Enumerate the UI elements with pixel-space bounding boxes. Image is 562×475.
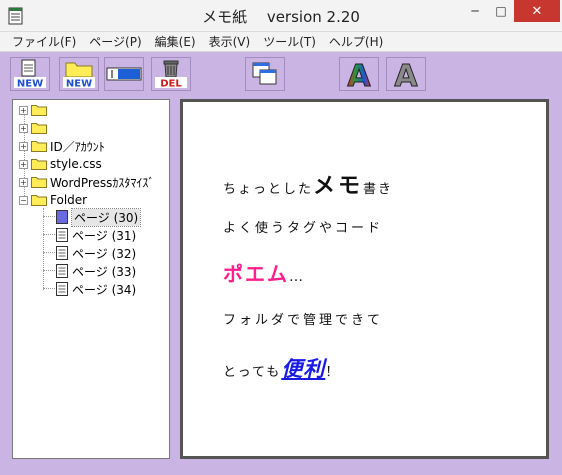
- tree-guide-line: [43, 270, 55, 271]
- menu-bar: ファイル(F) ページ(P) 編集(E) 表示(V) ツール(T) ヘルプ(H): [0, 32, 562, 52]
- toolbar: NEW NEW DEL A A: [0, 53, 562, 95]
- memo-line: フォルダで管理できて: [223, 313, 384, 328]
- tree-page-item[interactable]: ページ (33): [56, 262, 136, 280]
- tree-folder-item[interactable]: + WordPressｶｽﾀﾏｲｽﾞ: [19, 173, 154, 191]
- memo-editor[interactable]: ちょっとしたメモ書き よく使うタグやコード ポエム… フォルダで管理できて とっ…: [180, 99, 549, 459]
- close-button[interactable]: ✕: [514, 0, 560, 22]
- tree-guide-line: [43, 252, 55, 253]
- expand-icon[interactable]: +: [19, 177, 28, 187]
- menu-edit[interactable]: 編集(E): [155, 33, 196, 50]
- collapse-icon[interactable]: −: [19, 195, 28, 205]
- tree-folder-item[interactable]: +: [19, 101, 50, 119]
- font-gray-icon: A: [394, 59, 419, 91]
- minimize-button[interactable]: ─: [462, 0, 488, 22]
- windows-icon: [252, 62, 277, 85]
- tree-folder-label: ID／ｱｶｳﾝﾄ: [50, 139, 105, 154]
- tree-page-label: ページ (34): [72, 282, 137, 297]
- new-page-icon: NEW: [14, 59, 46, 90]
- font-gray-button[interactable]: A: [386, 57, 426, 91]
- tree-page-label: ページ (30): [70, 207, 142, 227]
- rename-button[interactable]: [104, 57, 144, 91]
- tree-page-item[interactable]: ページ (34): [56, 280, 136, 298]
- page-icon: [56, 246, 68, 260]
- tree-guide-line: [43, 234, 55, 235]
- window-tile-button[interactable]: [245, 57, 285, 91]
- folder-open-icon: [31, 195, 47, 206]
- tree-folder-label: WordPressｶｽﾀﾏｲｽﾞ: [50, 175, 155, 190]
- memo-line: よく使うタグやコード: [223, 221, 384, 236]
- tree-page-item[interactable]: ページ (31): [56, 226, 136, 244]
- memo-text: ちょっとした: [223, 182, 314, 197]
- folder-icon: [31, 141, 47, 152]
- expand-icon[interactable]: +: [19, 159, 28, 169]
- folder-icon: [31, 123, 47, 134]
- delete-button[interactable]: DEL: [151, 57, 191, 91]
- memo-text: 書き: [363, 182, 394, 197]
- delete-label: DEL: [160, 79, 182, 90]
- memo-line: とっても便利！: [223, 353, 340, 383]
- tree-folder-label: style.css: [50, 157, 102, 171]
- memo-line: ポエム…: [223, 258, 305, 287]
- memo-text: ！: [325, 365, 341, 380]
- new-page-button[interactable]: NEW: [10, 57, 50, 91]
- page-icon: [56, 264, 68, 278]
- tree-page-label: ページ (32): [72, 246, 137, 261]
- tree-folder-item[interactable]: +: [19, 119, 50, 137]
- page-icon: [56, 282, 68, 296]
- maximize-button[interactable]: □: [488, 0, 514, 22]
- new-folder-label: NEW: [66, 79, 92, 90]
- menu-page[interactable]: ページ(P): [89, 33, 141, 50]
- new-folder-icon: NEW: [63, 62, 95, 90]
- menu-file[interactable]: ファイル(F): [12, 33, 76, 50]
- memo-link[interactable]: 便利: [281, 357, 325, 381]
- tree-folder-item[interactable]: + style.css: [19, 155, 102, 173]
- title-bar: メモ紙 version 2.20 ─ □ ✕: [0, 0, 562, 32]
- tree-guide-line: [43, 288, 55, 289]
- folder-icon: [31, 105, 47, 116]
- tree-folder-item[interactable]: − Folder: [19, 191, 87, 209]
- menu-tools[interactable]: ツール(T): [263, 33, 316, 50]
- memo-poem: ポエム: [223, 262, 289, 286]
- font-color-letter: A: [347, 59, 371, 90]
- menu-view[interactable]: 表示(V): [209, 33, 251, 50]
- page-icon: [56, 228, 68, 242]
- new-page-label: NEW: [17, 79, 43, 90]
- font-gray-letter: A: [394, 59, 418, 90]
- memo-ellipsis: …: [289, 269, 305, 285]
- font-color-icon: A: [347, 59, 372, 91]
- rename-icon: [106, 67, 142, 81]
- tree-folder-item[interactable]: + ID／ｱｶｳﾝﾄ: [19, 137, 105, 155]
- tree-page-item[interactable]: ページ (32): [56, 244, 136, 262]
- tree-guide-line: [43, 216, 55, 217]
- new-folder-button[interactable]: NEW: [59, 57, 99, 91]
- memo-line: ちょっとしたメモ書き: [223, 168, 393, 200]
- memo-text: とっても: [223, 365, 282, 380]
- memo-emphasis: メモ: [313, 174, 364, 199]
- expand-icon[interactable]: +: [19, 123, 28, 133]
- expand-icon[interactable]: +: [19, 105, 28, 115]
- page-selected-icon: [56, 210, 68, 224]
- folder-icon: [31, 159, 47, 170]
- tree-page-item[interactable]: ページ (30): [56, 207, 142, 227]
- tree-page-label: ページ (33): [72, 264, 137, 279]
- tree-folder-label: Folder: [50, 193, 88, 207]
- folder-icon: [31, 177, 47, 188]
- menu-help[interactable]: ヘルプ(H): [329, 33, 383, 50]
- expand-icon[interactable]: +: [19, 141, 28, 151]
- tree-page-label: ページ (31): [72, 228, 137, 243]
- font-color-button[interactable]: A: [339, 57, 379, 91]
- tree-guide-line: [43, 208, 44, 290]
- folder-tree[interactable]: + + + ID／ｱｶｳﾝﾄ + style.css + WordPressｶｽ…: [12, 99, 170, 459]
- trash-icon: DEL: [155, 60, 187, 90]
